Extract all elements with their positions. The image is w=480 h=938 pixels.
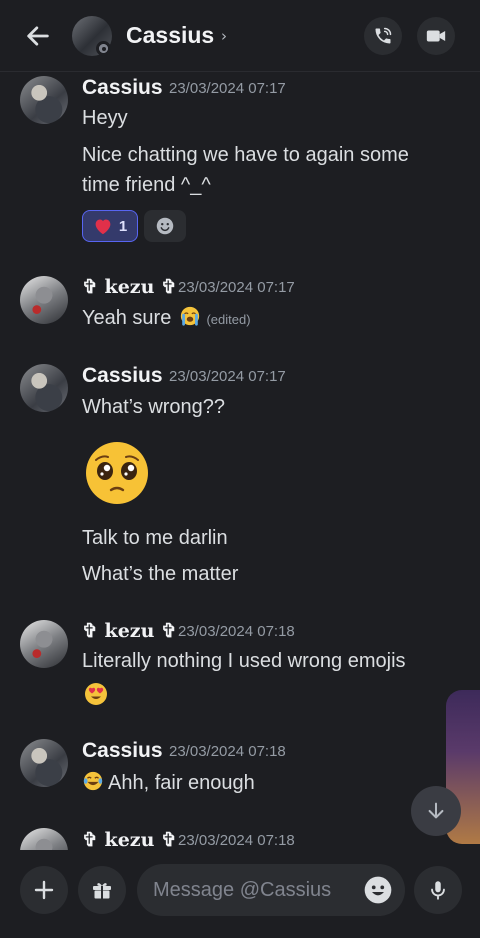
message-text: Yeah sure (edited) xyxy=(82,303,251,335)
add-attachment-button[interactable] xyxy=(20,866,68,914)
message-text: Literally nothing I used wrong emojis xyxy=(82,650,406,672)
message-author[interactable]: Cassius xyxy=(82,364,163,388)
message-text: Ahh, fair enough xyxy=(82,768,255,798)
phone-icon xyxy=(375,27,392,44)
chat-header: Cassius › xyxy=(0,0,480,72)
message-text: Heyy xyxy=(82,107,128,129)
edited-label: (edited) xyxy=(206,312,251,327)
video-camera-icon xyxy=(426,30,446,42)
loudly-crying-emoji-icon xyxy=(180,306,200,326)
message-input[interactable] xyxy=(153,864,353,916)
heart-eyes-emoji-icon xyxy=(85,683,107,705)
message-timestamp: 23/03/2024 07:17 xyxy=(169,80,286,97)
avatar[interactable] xyxy=(20,364,68,412)
avatar[interactable] xyxy=(20,76,68,124)
message-timestamp: 23/03/2024 07:18 xyxy=(169,743,286,760)
message-text: What’s the matter xyxy=(82,563,239,585)
status-offline-icon xyxy=(96,41,111,56)
channel-title[interactable]: Cassius xyxy=(126,22,214,49)
pleading-face-emoji-icon xyxy=(86,442,148,504)
message-text-content: Yeah sure xyxy=(82,307,172,329)
smiley-add-icon xyxy=(156,217,174,235)
add-reaction-button[interactable] xyxy=(144,210,186,242)
message-timestamp: 23/03/2024 07:17 xyxy=(178,279,295,296)
message-timestamp: 23/03/2024 07:18 xyxy=(178,623,295,640)
avatar[interactable] xyxy=(20,620,68,668)
message-timestamp: 23/03/2024 07:18 xyxy=(178,832,295,849)
message-author[interactable]: ✞ kezu ✞ xyxy=(82,620,177,642)
heart-icon xyxy=(95,219,111,235)
video-call-button[interactable] xyxy=(417,17,455,55)
reaction-count: 1 xyxy=(118,217,128,235)
message-timestamp: 23/03/2024 07:17 xyxy=(169,368,286,385)
message-text: What’s wrong?? xyxy=(82,396,226,418)
gift-button[interactable] xyxy=(78,866,126,914)
message-text: time friend ^_^ xyxy=(82,174,211,196)
chevron-right-icon[interactable]: › xyxy=(221,27,227,45)
message-text: Talk to me darlin xyxy=(82,527,228,549)
avatar[interactable] xyxy=(20,276,68,324)
jump-to-present-button[interactable] xyxy=(411,786,461,836)
reaction-chip[interactable]: 1 xyxy=(82,210,138,242)
arrow-down-icon xyxy=(428,802,444,819)
voice-message-button[interactable] xyxy=(414,866,462,914)
plus-icon xyxy=(34,880,54,900)
message-author[interactable]: Cassius xyxy=(82,739,163,763)
message-author[interactable]: ✞ kezu ✞ xyxy=(82,829,177,851)
message-author[interactable]: ✞ kezu ✞ xyxy=(82,276,177,298)
avatar[interactable] xyxy=(20,739,68,787)
emoji-icon[interactable] xyxy=(362,874,394,906)
message-author[interactable]: Cassius xyxy=(82,76,163,100)
message-text: Nice chatting we have to again some xyxy=(82,144,409,166)
back-arrow-icon[interactable] xyxy=(24,22,52,50)
voice-call-button[interactable] xyxy=(364,17,402,55)
microphone-icon xyxy=(431,881,445,900)
message-text-content: Ahh, fair enough xyxy=(108,772,255,794)
gift-icon xyxy=(93,883,111,899)
tears-of-joy-emoji-icon xyxy=(83,771,103,791)
